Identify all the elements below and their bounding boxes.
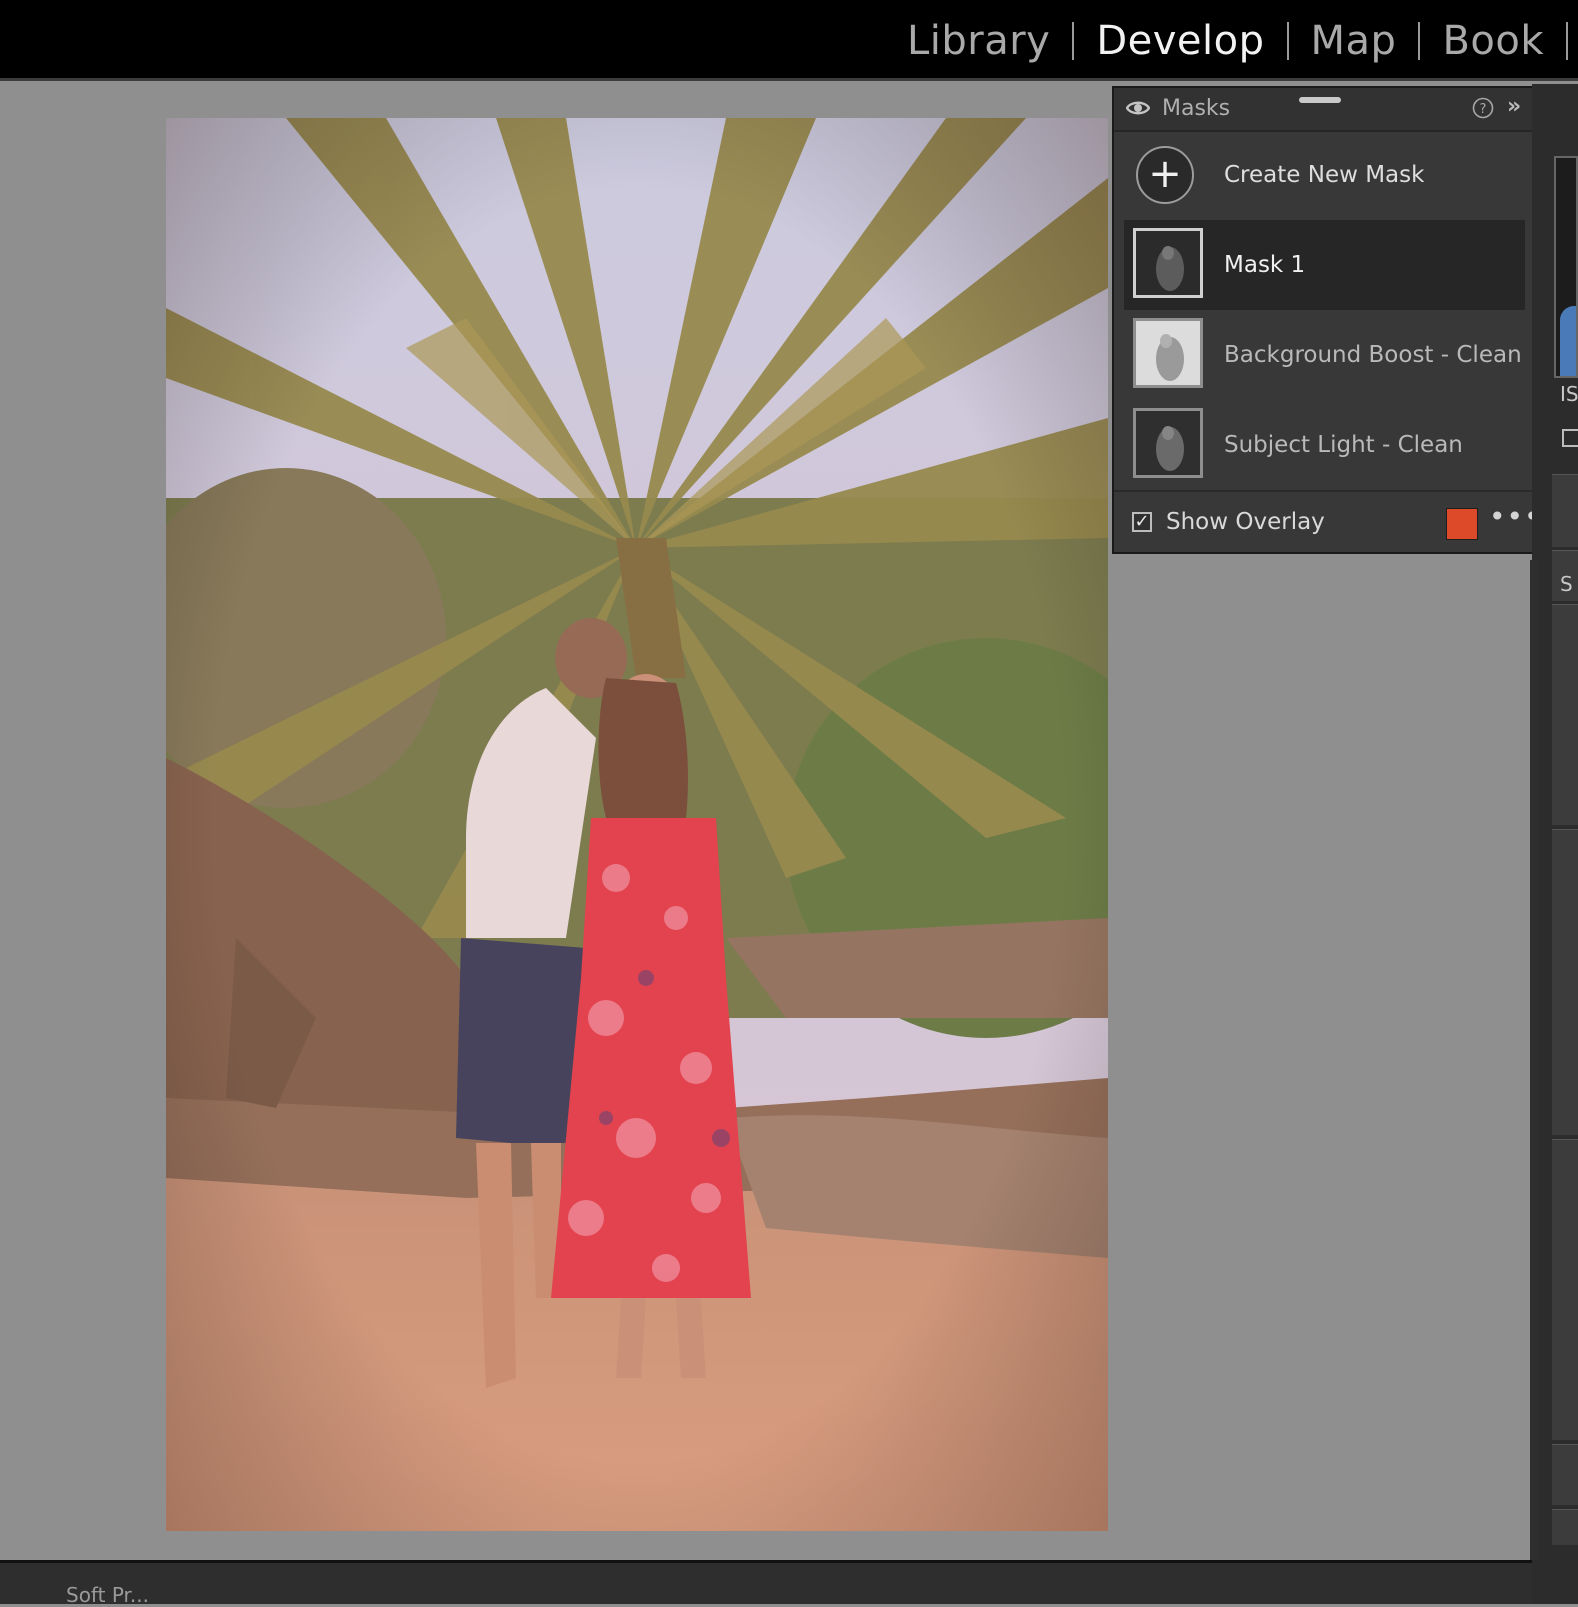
right-panel-label: IS	[1560, 382, 1578, 406]
show-overlay-row: ✓ Show Overlay •••	[1114, 490, 1541, 552]
module-library[interactable]: Library	[885, 21, 1072, 61]
module-picker: Library Develop Map Book	[0, 0, 1578, 81]
eye-icon[interactable]	[1125, 98, 1151, 123]
mask-thumbnail	[1133, 408, 1203, 478]
right-panel-checkbox[interactable]	[1562, 429, 1578, 447]
mask-item-subject-light[interactable]: Subject Light - Clean	[1114, 400, 1535, 490]
right-panel-section	[1552, 1139, 1578, 1440]
right-panel-section	[1552, 1509, 1578, 1545]
right-panel-section	[1552, 829, 1578, 1135]
soft-proofing-label[interactable]: Soft Pr...	[66, 1583, 149, 1607]
overlay-color-swatch[interactable]	[1446, 508, 1478, 540]
mask-thumbnail	[1133, 228, 1203, 298]
help-icon[interactable]: ?	[1472, 97, 1494, 125]
show-overlay-checkbox[interactable]: ✓	[1132, 512, 1152, 532]
histogram-thumbnail	[1554, 156, 1578, 378]
show-overlay-label[interactable]: Show Overlay	[1166, 509, 1325, 535]
mask-thumbnail	[1133, 318, 1203, 388]
module-separator	[1566, 21, 1568, 60]
module-map[interactable]: Map	[1289, 21, 1419, 61]
right-panel-edge: IS S	[1532, 84, 1578, 1604]
module-book[interactable]: Book	[1420, 21, 1566, 61]
right-panel-section	[1552, 604, 1578, 825]
mask-item-mask-1[interactable]: Mask 1	[1124, 220, 1525, 310]
mask-item-background-boost[interactable]: Background Boost - Clean	[1114, 310, 1535, 400]
plus-icon[interactable]: +	[1136, 146, 1194, 204]
right-panel-label: S	[1560, 572, 1573, 596]
panel-title: Masks	[1162, 96, 1231, 121]
mask-item-label: Mask 1	[1224, 252, 1306, 278]
right-panel-section	[1552, 1444, 1578, 1505]
masks-panel-header[interactable]: Masks ? »	[1114, 88, 1535, 132]
module-list: Library Develop Map Book	[885, 0, 1578, 81]
right-panel-section	[1552, 474, 1578, 547]
collapse-chevrons-icon[interactable]: »	[1507, 94, 1521, 119]
drag-handle[interactable]	[1299, 97, 1341, 103]
svg-text:?: ?	[1480, 102, 1487, 117]
panel-scrollbar[interactable]	[1530, 560, 1538, 1560]
module-develop[interactable]: Develop	[1074, 21, 1286, 61]
masks-panel: Masks ? » + Create New Mask Mask 1 Backg…	[1112, 86, 1541, 554]
photo-canvas[interactable]	[166, 118, 1108, 1531]
mask-item-label: Subject Light - Clean	[1224, 432, 1463, 458]
bottom-toolbar: Soft Pr...	[0, 1560, 1532, 1607]
mask-item-label: Background Boost - Clean	[1224, 342, 1522, 368]
create-new-mask-row[interactable]: + Create New Mask	[1114, 132, 1535, 220]
create-new-mask-label[interactable]: Create New Mask	[1224, 162, 1424, 188]
